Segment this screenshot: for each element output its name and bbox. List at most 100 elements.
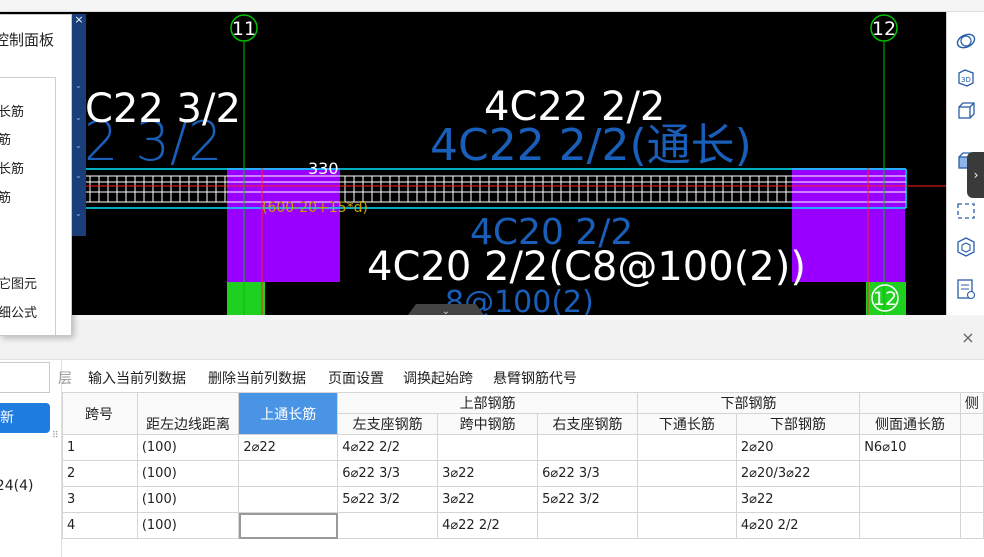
scroll-tick-icon: ⌄ — [75, 81, 82, 90]
cell-dist[interactable]: (100) — [136, 434, 240, 461]
header-bottom-through[interactable]: 下通长筋 — [636, 413, 737, 435]
box-view-icon[interactable] — [953, 234, 979, 260]
header-side-through[interactable]: 侧面通长筋 — [859, 413, 961, 435]
cell-side-through[interactable]: N6⌀10 — [859, 434, 961, 461]
control-panel-close-icon[interactable]: × — [73, 14, 85, 26]
cell-dist[interactable]: (100) — [136, 512, 240, 539]
cell-right-support[interactable]: 5⌀22 3/2 — [537, 486, 638, 513]
cell-left-support[interactable] — [337, 512, 439, 539]
3d-view-icon[interactable]: 3D — [953, 64, 979, 90]
scroll-tick-icon: ⌄ — [75, 209, 82, 218]
axis-label-11: 11 — [232, 18, 256, 40]
cell-dist[interactable]: (100) — [136, 486, 240, 513]
cell-bottom-rebar[interactable]: 3⌀22 — [735, 486, 861, 513]
cell-bottom-rebar[interactable]: 2⌀20 — [735, 434, 861, 461]
refresh-button[interactable]: 新 — [0, 403, 50, 433]
beam-list-item[interactable]: L24(4) — [0, 478, 33, 494]
annotation-length: 330 — [308, 159, 339, 178]
cell-extra[interactable] — [959, 460, 984, 487]
close-panel-button[interactable]: × — [958, 328, 978, 348]
cell-mid-span[interactable]: 3⌀22 — [437, 460, 539, 487]
table-row[interactable]: 1 (100) 2⌀22 4⌀22 2/2 2⌀20 N6⌀10 — [62, 434, 984, 461]
cube-front-icon[interactable] — [953, 98, 979, 124]
header-top-rebar: 上部钢筋 — [337, 392, 638, 414]
control-panel: 控制面板 长筋筋长筋筋它图元细公式 — [0, 14, 72, 336]
cell-left-support[interactable]: 4⌀22 2/2 — [337, 434, 439, 461]
toolbar-layer-icon[interactable]: 层 — [58, 368, 72, 388]
cell-dist[interactable]: (100) — [136, 460, 240, 487]
annotation-bottom-main[interactable]: 4C20 2/2(C8@100(2)) — [367, 244, 806, 290]
stirrup-marks — [89, 176, 787, 202]
header-bottom-rebar-sub[interactable]: 下部钢筋 — [735, 413, 861, 435]
cell-mid-span[interactable] — [437, 434, 539, 461]
cell-span[interactable]: 4 — [62, 512, 138, 539]
collapse-toolbar-tab[interactable]: › — [967, 152, 984, 198]
control-panel-scrollbar[interactable]: × ⌄ ⌄ ⌄ ⌄ ⌄ — [72, 14, 86, 236]
drawing-canvas[interactable]: 2 3/2 4C22 2/2(通长) 4C20 2/2 8@100(2) 11 … — [0, 12, 946, 315]
column-right[interactable] — [792, 168, 905, 282]
table-row[interactable]: 4 (100) 4⌀22 2/2 4⌀20 2/2 — [62, 512, 984, 539]
cell-left-support[interactable]: 5⌀22 3/2 — [337, 486, 439, 513]
table-row[interactable]: 2 (100) 6⌀22 3/3 3⌀22 6⌀22 3/3 2⌀20/3⌀22 — [62, 460, 984, 487]
control-panel-item[interactable]: 长筋 — [0, 101, 24, 120]
input-column-button[interactable]: 输入当前列数据 — [88, 368, 186, 388]
scroll-tick-icon: ⌄ — [75, 113, 82, 122]
swap-span-button[interactable]: 调换起始跨 — [403, 368, 473, 388]
cell-top-through[interactable]: 2⌀22 — [238, 434, 339, 461]
page-setup-button[interactable]: 页面设置 — [328, 368, 384, 388]
cell-extra[interactable] — [959, 434, 984, 461]
properties-icon[interactable] — [953, 276, 979, 302]
cantilever-code-button[interactable]: 悬臂钢筋代号 — [493, 368, 577, 388]
cell-top-through[interactable] — [238, 486, 339, 513]
beam-filter-input[interactable] — [0, 362, 50, 393]
control-panel-item[interactable]: 筋 — [0, 187, 11, 206]
resize-grip-icon[interactable]: ⠿ — [52, 432, 59, 441]
cell-side-through[interactable] — [859, 486, 961, 513]
cell-top-through[interactable] — [238, 512, 339, 539]
cell-bottom-rebar[interactable]: 4⌀20 2/2 — [735, 512, 861, 539]
control-panel-item[interactable]: 细公式 — [0, 302, 37, 321]
close-icon: × — [961, 328, 975, 347]
cell-mid-span[interactable]: 4⌀22 2/2 — [437, 512, 539, 539]
cell-side-through[interactable] — [859, 460, 961, 487]
cell-extra[interactable] — [959, 486, 984, 513]
cell-top-through[interactable] — [238, 460, 339, 487]
cell-left-support[interactable]: 6⌀22 3/3 — [337, 460, 439, 487]
cell-mid-span[interactable]: 3⌀22 — [437, 486, 539, 513]
cell-bottom-rebar[interactable]: 2⌀20/3⌀22 — [735, 460, 861, 487]
cell-span[interactable]: 1 — [62, 434, 138, 461]
cell-span[interactable]: 3 — [62, 486, 138, 513]
annotation-top-left[interactable]: C22 3/2 — [85, 86, 241, 132]
marquee-select-icon[interactable] — [953, 198, 979, 224]
cell-bottom-through[interactable] — [636, 486, 737, 513]
cell-bottom-through[interactable] — [636, 512, 737, 539]
cell-right-support[interactable] — [537, 512, 638, 539]
cell-bottom-through[interactable] — [636, 434, 737, 461]
cell-span[interactable]: 2 — [62, 460, 138, 487]
rebar-table-body: 1 (100) 2⌀22 4⌀22 2/2 2⌀20 N6⌀10 2 (100) 6⌀22 3/… — [62, 434, 984, 539]
control-panel-item[interactable]: 它图元 — [0, 273, 37, 292]
table-toolbar: 层 输入当前列数据 删除当前列数据 页面设置 调换起始跨 悬臂钢筋代号 — [58, 360, 984, 392]
header-mid-span[interactable]: 跨中钢筋 — [437, 413, 539, 435]
cell-extra[interactable] — [959, 512, 984, 539]
annotation-top-center[interactable]: 4C22 2/2 — [484, 84, 665, 130]
header-side-rebar: 侧 — [959, 392, 984, 414]
control-panel-item[interactable]: 长筋 — [0, 158, 24, 177]
header-left-support[interactable]: 左支座钢筋 — [337, 413, 439, 435]
control-panel-item[interactable]: 筋 — [0, 129, 11, 148]
header-right-support[interactable]: 右支座钢筋 — [537, 413, 638, 435]
header-bottom-rebar: 下部钢筋 — [636, 392, 861, 414]
column-left-green[interactable] — [227, 282, 265, 315]
scroll-tick-icon: ⌄ — [75, 171, 82, 180]
header-dist-left[interactable]: 距左边线距离 — [136, 413, 240, 435]
cell-side-through[interactable] — [859, 512, 961, 539]
table-row[interactable]: 3 (100) 5⌀22 3/2 3⌀22 5⌀22 3/2 3⌀22 — [62, 486, 984, 513]
cell-right-support[interactable]: 6⌀22 3/3 — [537, 460, 638, 487]
cell-right-support[interactable] — [537, 434, 638, 461]
scroll-tick-icon: ⌄ — [75, 141, 82, 150]
delete-column-button[interactable]: 删除当前列数据 — [208, 368, 306, 388]
header-blank-2 — [859, 392, 961, 414]
header-top-through[interactable]: 上通长筋 — [238, 392, 339, 435]
orbit-icon[interactable] — [953, 28, 979, 54]
cell-bottom-through[interactable] — [636, 460, 737, 487]
